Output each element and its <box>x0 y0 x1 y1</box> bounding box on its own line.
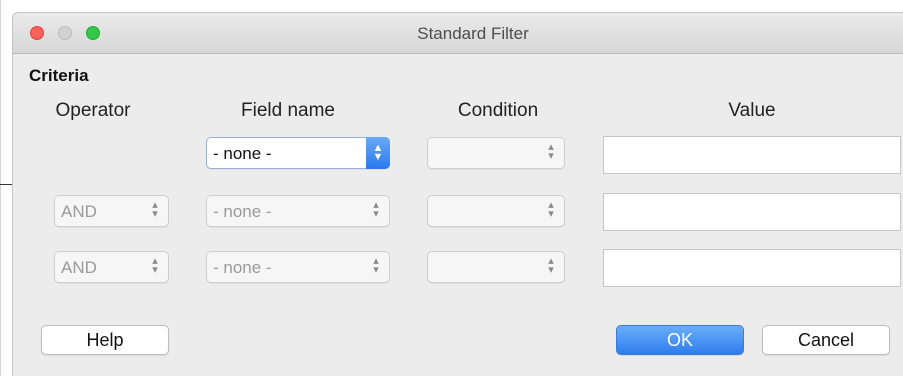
up-down-chevron-icon: ▴ ▾ <box>373 255 379 276</box>
up-down-chevron-icon: ▴ ▾ <box>548 199 554 220</box>
up-down-chevron-icon: ▴ ▾ <box>373 199 379 220</box>
operator-select-row-2[interactable]: AND ▴ ▾ <box>54 195 169 227</box>
operator-select-row-3[interactable]: AND ▴ ▾ <box>54 251 169 283</box>
up-down-chevron-icon: ▲ ▼ <box>366 137 390 169</box>
operator-value-row-2: AND <box>61 202 97 221</box>
operator-value-row-3: AND <box>61 258 97 277</box>
ok-button[interactable]: OK <box>616 325 744 355</box>
up-down-chevron-icon: ▴ ▾ <box>548 141 554 162</box>
field-name-value-row-1: - none - <box>213 144 272 163</box>
background-gridline <box>0 184 12 185</box>
field-name-select-row-2[interactable]: - none - ▴ ▾ <box>206 195 390 227</box>
condition-select-row-2[interactable]: ▴ ▾ <box>427 195 565 227</box>
up-down-chevron-icon: ▴ ▾ <box>152 199 158 220</box>
help-button[interactable]: Help <box>41 325 169 355</box>
condition-select-row-3[interactable]: ▴ ▾ <box>427 251 565 283</box>
title-bar[interactable]: Standard Filter <box>13 13 903 54</box>
field-name-value-row-2: - none - <box>213 202 272 221</box>
cancel-button[interactable]: Cancel <box>762 325 890 355</box>
value-input-row-1[interactable] <box>603 136 901 174</box>
condition-column-header: Condition <box>457 100 539 121</box>
background-gridline <box>0 0 1 376</box>
field-name-select-row-1[interactable]: - none - ▲ ▼ <box>206 137 390 169</box>
field-name-column-header: Field name <box>241 100 335 121</box>
value-column-header: Value <box>728 100 776 121</box>
value-input-row-3[interactable] <box>603 249 901 287</box>
value-input-row-2[interactable] <box>603 193 901 231</box>
criteria-section-label: Criteria <box>29 66 89 85</box>
field-name-select-row-3[interactable]: - none - ▴ ▾ <box>206 251 390 283</box>
window-title: Standard Filter <box>417 24 529 43</box>
standard-filter-dialog: Standard Filter Criteria Operator Field … <box>12 12 903 376</box>
up-down-chevron-icon: ▴ ▾ <box>152 255 158 276</box>
condition-select-row-1[interactable]: ▴ ▾ <box>427 137 565 169</box>
operator-column-header: Operator <box>55 100 131 121</box>
field-name-value-row-3: - none - <box>213 258 272 277</box>
up-down-chevron-icon: ▴ ▾ <box>548 255 554 276</box>
